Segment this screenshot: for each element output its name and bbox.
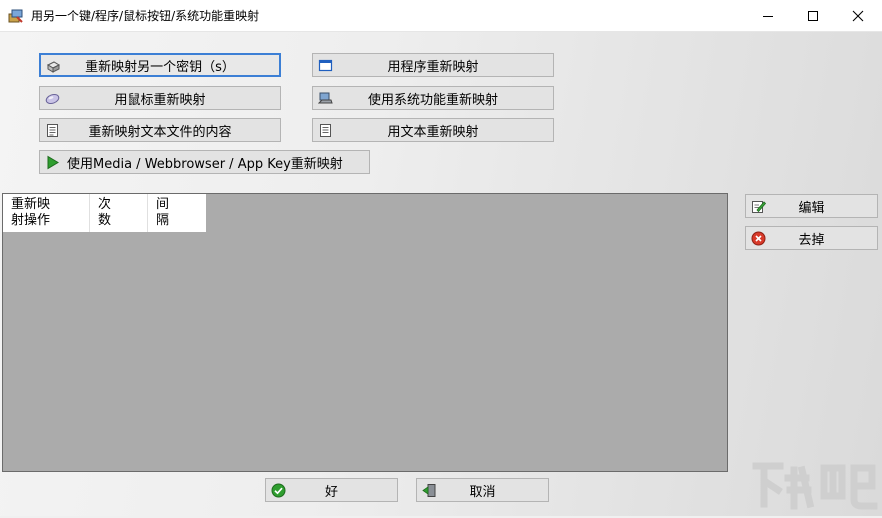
remap-mouse-button[interactable]: 用鼠标重新映射 xyxy=(39,86,281,110)
minimize-button[interactable] xyxy=(745,0,791,31)
checkmark-icon xyxy=(271,483,286,498)
edit-button[interactable]: 编辑 xyxy=(745,194,878,218)
program-window-icon xyxy=(318,58,333,73)
remap-key-label: 重新映射另一个密钥（s） xyxy=(85,59,235,75)
remap-program-button[interactable]: 用程序重新映射 xyxy=(312,53,554,77)
maximize-button[interactable] xyxy=(790,0,836,31)
close-icon xyxy=(852,10,864,21)
remap-dialog-window: 用另一个键/程序/鼠标按钮/系统功能重映射 重新映射另一个密钥（s） 用程序重新… xyxy=(0,0,882,516)
ok-button[interactable]: 好 xyxy=(265,478,398,502)
maximize-icon xyxy=(808,10,818,21)
window-title: 用另一个键/程序/鼠标按钮/系统功能重映射 xyxy=(31,9,260,23)
text-page-icon xyxy=(318,123,333,138)
remove-icon xyxy=(751,231,766,246)
title-bar: 用另一个键/程序/鼠标按钮/系统功能重映射 xyxy=(0,0,882,32)
text-document-icon xyxy=(45,123,60,138)
remap-key-button[interactable]: 重新映射另一个密钥（s） xyxy=(39,53,281,77)
remap-text-label: 用文本重新映射 xyxy=(387,124,479,140)
column-header-interval[interactable]: 间 隔 xyxy=(148,194,206,232)
computer-icon xyxy=(318,91,333,106)
ok-label: 好 xyxy=(324,484,338,500)
remap-program-label: 用程序重新映射 xyxy=(387,59,479,75)
mouse-icon xyxy=(45,91,60,106)
remap-list[interactable]: 重新映 射操作 次 数 间 隔 xyxy=(2,193,728,472)
minimize-icon xyxy=(763,15,773,17)
edit-icon xyxy=(751,199,766,214)
remove-button[interactable]: 去掉 xyxy=(745,226,878,250)
play-icon xyxy=(45,155,60,170)
remap-textfile-label: 重新映射文本文件的内容 xyxy=(88,124,232,140)
remap-system-function-label: 使用系统功能重新映射 xyxy=(367,92,498,108)
column-header-remap-action[interactable]: 重新映 射操作 xyxy=(3,194,90,232)
remap-system-function-button[interactable]: 使用系统功能重新映射 xyxy=(312,86,554,110)
watermark-logo xyxy=(750,456,880,514)
remap-media-key-label: 使用Media / Webbrowser / App Key重新映射 xyxy=(67,156,343,172)
remap-media-key-button[interactable]: 使用Media / Webbrowser / App Key重新映射 xyxy=(39,150,370,174)
cancel-button[interactable]: 取消 xyxy=(416,478,549,502)
edit-label: 编辑 xyxy=(798,200,825,216)
remap-textfile-button[interactable]: 重新映射文本文件的内容 xyxy=(39,118,281,142)
cancel-label: 取消 xyxy=(469,484,496,500)
app-icon xyxy=(8,8,24,24)
remap-text-button[interactable]: 用文本重新映射 xyxy=(312,118,554,142)
remap-mouse-label: 用鼠标重新映射 xyxy=(114,92,206,108)
exit-door-icon xyxy=(422,483,437,498)
column-header-count[interactable]: 次 数 xyxy=(90,194,148,232)
close-button[interactable] xyxy=(835,0,881,31)
remove-label: 去掉 xyxy=(798,232,825,248)
keyboard-key-icon xyxy=(46,59,61,74)
